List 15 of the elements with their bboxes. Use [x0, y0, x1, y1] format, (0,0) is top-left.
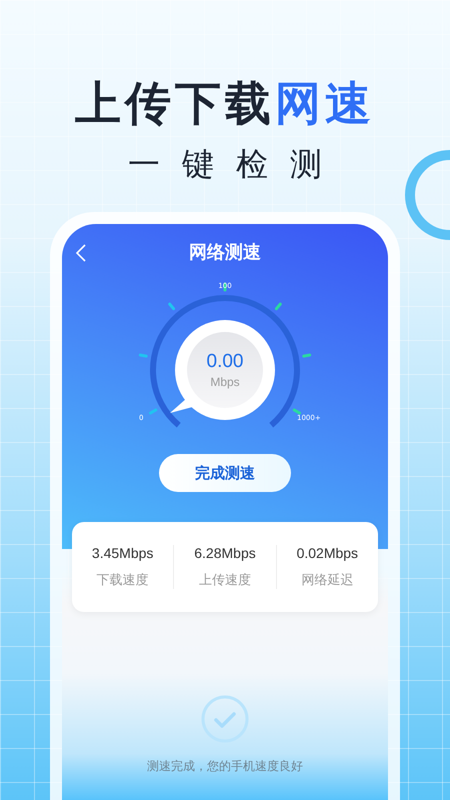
subtitle: 一键检测 — [127, 148, 344, 180]
stat-value: 3.45Mbps — [92, 545, 154, 561]
speed-value: 0.00 — [206, 351, 244, 373]
screen-title: 网络测速 — [189, 241, 261, 264]
stat-label: 网络延迟 — [301, 572, 354, 589]
speed-unit: Mbps — [210, 375, 240, 389]
stat-value: 0.02Mbps — [296, 545, 358, 561]
stat-value: 6.28Mbps — [194, 545, 256, 561]
finish-test-button[interactable]: 完成测速 — [159, 454, 291, 492]
result-message: 测速完成，您的手机速度良好 — [147, 758, 303, 775]
check-icon — [200, 694, 250, 744]
stat-label: 上传速度 — [198, 572, 251, 589]
headline: 上传下载网速 — [75, 80, 375, 126]
stat-label: 下载速度 — [96, 572, 149, 589]
back-icon[interactable] — [76, 244, 86, 262]
